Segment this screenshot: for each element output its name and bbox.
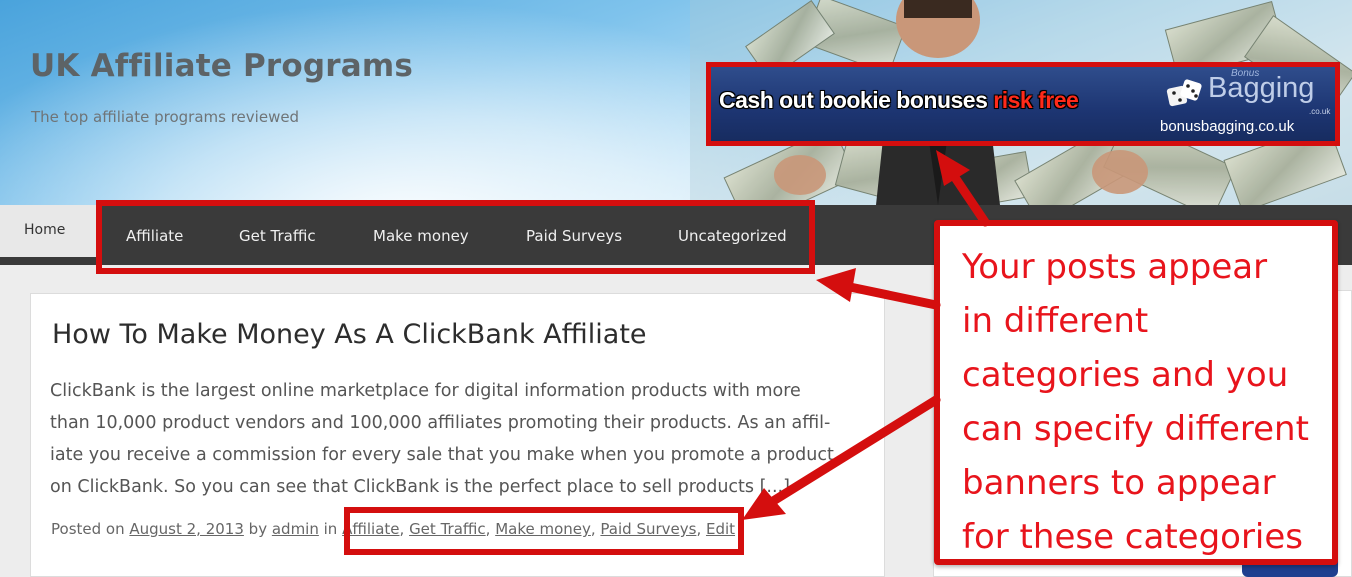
post-title[interactable]: How To Make Money As A ClickBank Affilia…: [52, 319, 647, 350]
category-link-get-traffic[interactable]: Get Traffic: [409, 520, 486, 538]
category-link-affiliate[interactable]: Affiliate: [342, 520, 399, 538]
ad-headline-text: Cash out bookie bonuses: [719, 87, 994, 113]
dice-icon: [1166, 79, 1202, 107]
post-card: How To Make Money As A ClickBank Affilia…: [30, 293, 885, 577]
post-excerpt-line: ClickBank is the largest online marketpl…: [50, 381, 801, 401]
post-excerpt-line: on ClickBank. So you can see that ClickB…: [50, 477, 790, 497]
category-separator: ,: [590, 520, 601, 538]
ad-logo-suffix: .co.uk: [1309, 107, 1331, 116]
post-meta: Posted on August 2, 2013 by admin in Aff…: [51, 520, 735, 538]
annotation-callout-text: Your posts appear in different categorie…: [962, 247, 1309, 557]
nav-item-home[interactable]: Home: [0, 205, 99, 257]
post-date-link[interactable]: August 2, 2013: [129, 520, 244, 538]
ad-url: bonusbagging.co.uk: [1160, 118, 1295, 135]
nav-item-paid-surveys[interactable]: Paid Surveys: [526, 227, 622, 245]
category-link-paid-surveys[interactable]: Paid Surveys: [600, 520, 696, 538]
nav-item-affiliate[interactable]: Affiliate: [126, 227, 183, 245]
by-label: by: [248, 520, 268, 538]
ad-headline: Cash out bookie bonuses risk free: [719, 87, 1079, 114]
nav-item-get-traffic[interactable]: Get Traffic: [239, 227, 316, 245]
nav-item-make-money[interactable]: Make money: [373, 227, 469, 245]
ad-banner[interactable]: Cash out bookie bonuses risk free Bonus …: [706, 62, 1340, 146]
category-separator: ,: [399, 520, 410, 538]
category-separator: ,: [696, 520, 706, 538]
posted-on-label: Posted on: [51, 520, 125, 538]
site-title[interactable]: UK Affiliate Programs: [30, 48, 413, 84]
post-excerpt-line: iate you receive a commission for every …: [50, 445, 834, 465]
post-excerpt-line: than 10,000 product vendors and 100,000 …: [50, 413, 831, 433]
post-author-link[interactable]: admin: [272, 520, 319, 538]
nav-item-uncategorized[interactable]: Uncategorized: [678, 227, 787, 245]
nav-home-label: Home: [24, 222, 66, 238]
ad-logo: Bagging: [1208, 72, 1315, 104]
annotation-callout: Your posts appear in different categorie…: [934, 220, 1338, 565]
post-edit-link[interactable]: Edit: [706, 520, 735, 538]
post-excerpt: ClickBank is the largest online marketpl…: [50, 375, 880, 503]
site-header: UK Affiliate Programs The top affiliate …: [0, 0, 1352, 205]
site-tagline: The top affiliate programs reviewed: [31, 108, 300, 126]
ad-headline-highlight: risk free: [993, 87, 1079, 113]
category-separator: ,: [485, 520, 496, 538]
in-label: in: [323, 520, 338, 538]
category-link-make-money[interactable]: Make money: [495, 520, 591, 538]
